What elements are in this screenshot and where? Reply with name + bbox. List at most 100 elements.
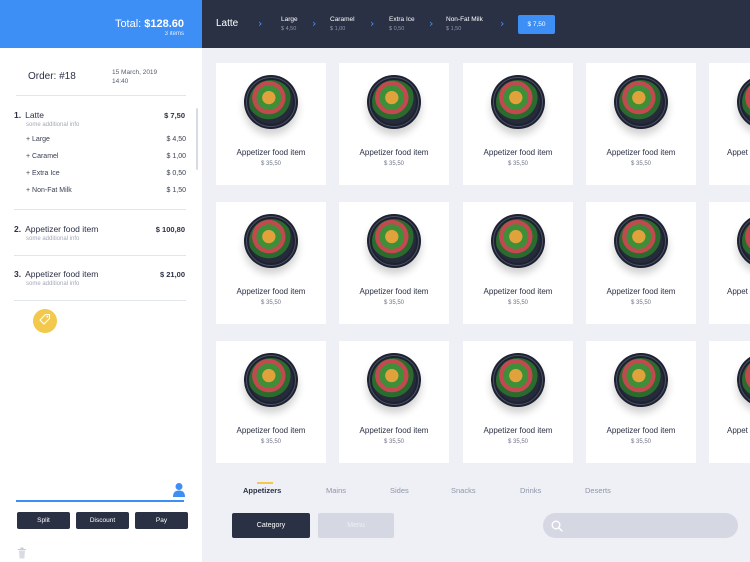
modifier-row: + Large $ 4,50 <box>26 136 186 146</box>
search-bar[interactable] <box>543 513 738 538</box>
product-title: Appetizer food item <box>359 426 429 435</box>
modifier-name: + Non-Fat Milk <box>26 187 72 194</box>
product-card[interactable]: Appetizer food item $ 35,50 <box>586 341 696 463</box>
breadcrumb-modifier-price: $ 1,50 <box>446 26 462 32</box>
product-price: $ 35,50 <box>383 161 405 167</box>
breadcrumb-current-item[interactable]: Latte <box>216 18 238 29</box>
product-card[interactable]: Appetizer food item $ 35,50 <box>216 202 326 324</box>
modifier-name: + Large <box>26 136 50 143</box>
breadcrumb-modifier[interactable]: Large $ 4,50 <box>281 16 298 32</box>
product-card[interactable]: Appet <box>709 341 750 463</box>
discount-button[interactable]: Discount <box>76 512 129 529</box>
product-card[interactable]: Appetizer food item $ 35,50 <box>339 341 449 463</box>
product-card[interactable]: Appetizer food item $ 35,50 <box>216 63 326 185</box>
product-image <box>367 353 421 407</box>
divider <box>14 300 186 301</box>
modifier-row: + Extra Ice $ 0,50 <box>26 170 186 180</box>
product-card[interactable]: Appetizer food item $ 35,50 <box>216 341 326 463</box>
breadcrumb-modifier[interactable]: Caramel $ 1,00 <box>330 16 355 32</box>
product-image <box>367 75 421 129</box>
order-item-price: $ 21,00 <box>159 270 185 279</box>
product-card[interactable]: Appetizer food item $ 35,50 <box>339 202 449 324</box>
breadcrumb-modifier[interactable]: Non-Fat Milk $ 1,50 <box>446 16 483 32</box>
product-price: $ 35,50 <box>260 161 282 167</box>
order-title: Order: #18 <box>28 71 76 82</box>
total-text: Total: <box>114 18 142 30</box>
tab-deserts[interactable]: Deserts <box>585 486 611 495</box>
product-card[interactable]: Appetizer food item $ 35,50 <box>586 202 696 324</box>
product-image <box>614 75 668 129</box>
product-image <box>614 214 668 268</box>
product-card[interactable]: Appetizer food item $ 35,50 <box>463 341 573 463</box>
product-card[interactable]: Appetizer food item $ 35,50 <box>586 63 696 185</box>
scrollbar[interactable] <box>196 108 198 170</box>
product-card[interactable]: Appet <box>709 63 750 185</box>
product-price: $ 35,50 <box>260 439 282 445</box>
tag-icon <box>39 312 51 330</box>
order-item-price: $ 100,80 <box>155 225 185 234</box>
discount-tag-button[interactable] <box>33 309 57 333</box>
order-note-input[interactable] <box>16 488 184 502</box>
product-card[interactable]: Appetizer food item $ 35,50 <box>463 202 573 324</box>
order-item-title: Latte <box>25 110 44 120</box>
total-label: Total: $128.60 <box>115 18 184 30</box>
divider <box>14 209 186 210</box>
category-button[interactable]: Category <box>232 513 310 538</box>
product-price: $ 35,50 <box>630 161 652 167</box>
product-image <box>244 75 298 129</box>
product-card[interactable]: Appetizer food item $ 35,50 <box>463 63 573 185</box>
product-image <box>367 214 421 268</box>
product-card[interactable]: Appet <box>709 202 750 324</box>
total-bar: Total: $128.60 3 items <box>0 0 202 48</box>
user-icon[interactable] <box>172 482 186 503</box>
trash-icon[interactable] <box>17 546 27 562</box>
product-title: Appetizer food item <box>236 148 306 157</box>
product-image <box>244 214 298 268</box>
breadcrumb-modifier[interactable]: Extra Ice $ 0,50 <box>389 16 415 32</box>
tab-sides[interactable]: Sides <box>390 486 409 495</box>
order-item-info: some additional info <box>26 236 80 242</box>
product-title: Appet <box>727 426 748 435</box>
breadcrumb-modifier-price: $ 4,50 <box>281 26 297 32</box>
order-item-title: Appetizer food item <box>25 269 99 279</box>
product-title: Appetizer food item <box>606 287 676 296</box>
breadcrumb-total-badge[interactable]: $ 7,50 <box>518 15 555 34</box>
tab-snacks[interactable]: Snacks <box>451 486 476 495</box>
breadcrumb-modifier-name: Large <box>281 16 298 23</box>
breadcrumb-modifier-price: $ 1,00 <box>330 26 346 32</box>
order-item-name: 2. Appetizer food item <box>14 224 98 234</box>
modifier-breadcrumb-bar: Latte › Large $ 4,50 › Caramel $ 1,00 › … <box>202 0 750 48</box>
product-title: Appet <box>727 148 748 157</box>
modifier-price: $ 0,50 <box>166 170 186 177</box>
search-input[interactable] <box>569 517 729 534</box>
order-item-number: 3. <box>14 269 22 279</box>
product-title: Appetizer food item <box>606 148 676 157</box>
pay-button[interactable]: Pay <box>135 512 188 529</box>
active-tab-indicator <box>257 482 273 484</box>
tab-drinks[interactable]: Drinks <box>520 486 541 495</box>
product-image <box>614 353 668 407</box>
product-price: $ 35,50 <box>383 300 405 306</box>
product-card[interactable]: Appetizer food item $ 35,50 <box>339 63 449 185</box>
product-image <box>737 214 750 268</box>
order-header: Order: #18 15 March, 2019 14:40 <box>16 64 186 96</box>
breadcrumb-modifier-price: $ 0,50 <box>389 26 405 32</box>
modifier-row: + Non-Fat Milk $ 1,50 <box>26 187 186 197</box>
chevron-right-icon: › <box>500 17 505 30</box>
product-title: Appetizer food item <box>359 148 429 157</box>
product-price: $ 35,50 <box>507 439 529 445</box>
tab-appetizers[interactable]: Appetizers <box>243 486 281 495</box>
menu-button[interactable]: Menu <box>318 513 394 538</box>
order-item-name: 3. Appetizer food item <box>14 269 98 279</box>
modifier-name: + Caramel <box>26 153 59 160</box>
breadcrumb-modifier-name: Extra Ice <box>389 16 415 23</box>
modifier-row: + Caramel $ 1,00 <box>26 153 186 163</box>
modifier-name: + Extra Ice <box>26 170 60 177</box>
product-title: Appetizer food item <box>483 426 553 435</box>
product-price: $ 35,50 <box>507 161 529 167</box>
product-title: Appetizer food item <box>483 287 553 296</box>
breadcrumb-modifier-name: Non-Fat Milk <box>446 16 483 23</box>
chevron-right-icon: › <box>370 17 375 30</box>
tab-mains[interactable]: Mains <box>326 486 346 495</box>
split-button[interactable]: Split <box>17 512 70 529</box>
